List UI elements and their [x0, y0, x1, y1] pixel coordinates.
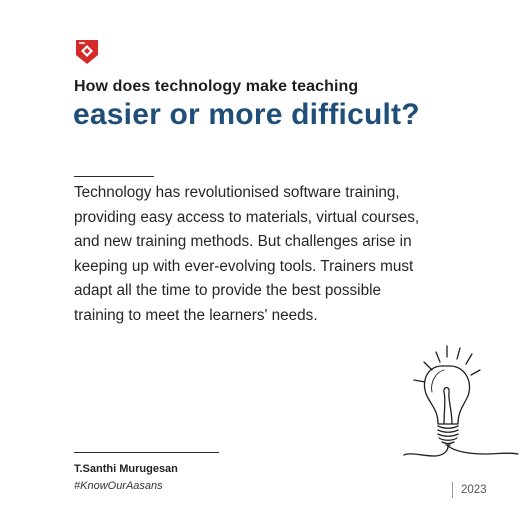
body-line: training to meet the learners' needs. [74, 306, 318, 324]
headline-title: easier or more difficult? [73, 98, 420, 131]
hashtag-link[interactable]: #KnowOurAasans [74, 480, 163, 492]
body-line: Technology has revolutionised software t… [74, 184, 400, 201]
body-line: and new training methods. But challenges… [74, 233, 412, 251]
body-line: keeping up with ever-evolving tools. Tra… [74, 257, 414, 275]
body-line: providing easy access to materials, virt… [74, 208, 420, 226]
brand-logo-icon [76, 40, 98, 64]
bottom-divider [74, 452, 219, 453]
kicker-title: How does technology make teaching [74, 78, 359, 95]
body-line: adapt all the time to provide the best p… [74, 282, 381, 300]
lightbulb-sketch-icon [403, 345, 519, 457]
year-separator [452, 482, 453, 498]
year-label: 2023 [461, 484, 487, 496]
author-name: T.Santhi Murugesan [74, 463, 178, 475]
body-paragraph: Technology has revolutionised software t… [74, 181, 454, 329]
top-divider [74, 176, 154, 177]
